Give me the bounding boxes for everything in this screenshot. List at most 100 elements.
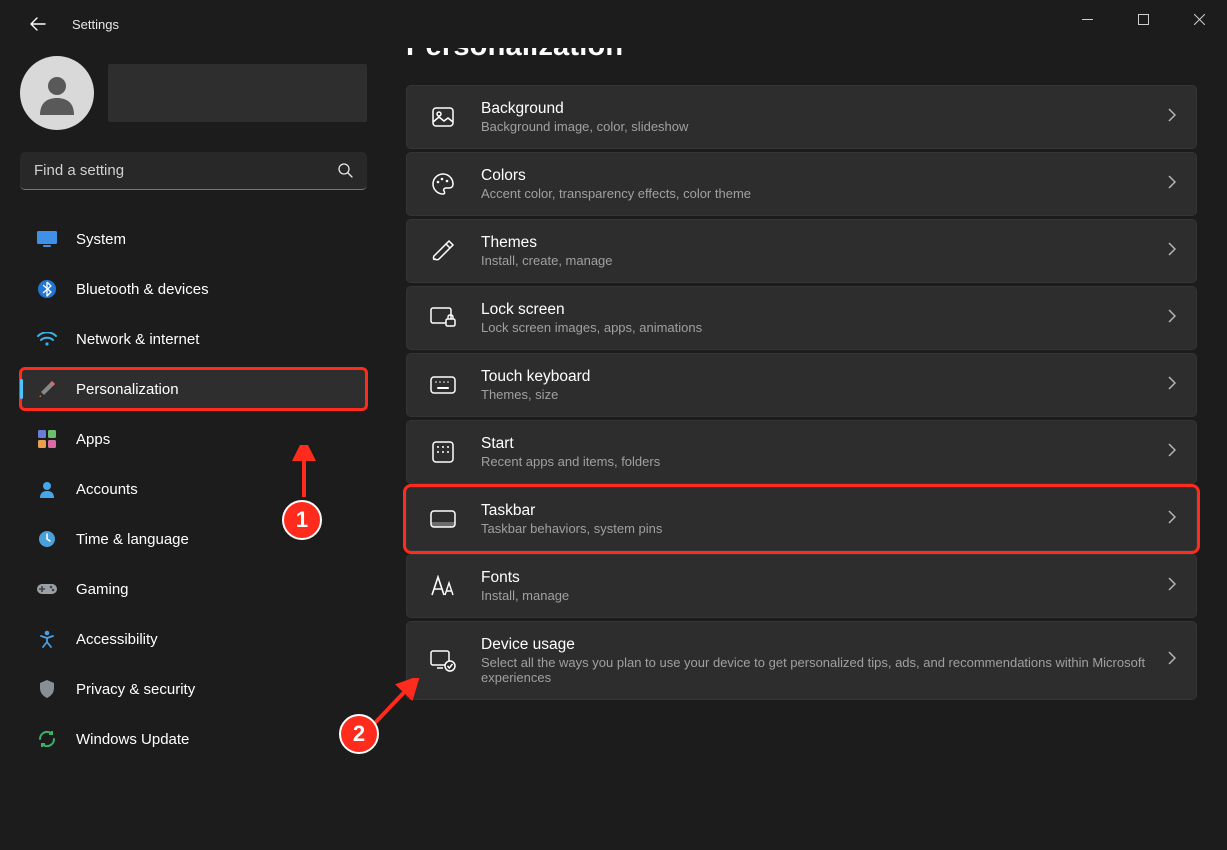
card-colors[interactable]: Colors Accent color, transparency effect… <box>406 152 1197 216</box>
sidebar-label: Time & language <box>76 531 189 548</box>
chevron-right-icon <box>1168 108 1176 127</box>
card-fonts[interactable]: Fonts Install, manage <box>406 554 1197 618</box>
annotation-arrow-1 <box>289 445 319 501</box>
device-usage-icon <box>429 647 457 675</box>
card-themes[interactable]: Themes Install, create, manage <box>406 219 1197 283</box>
fonts-icon <box>429 572 457 600</box>
chevron-right-icon <box>1168 577 1176 596</box>
card-title: Device usage <box>481 636 1168 654</box>
card-subtitle: Accent color, transparency effects, colo… <box>481 186 1168 201</box>
accounts-icon <box>36 478 58 500</box>
sidebar: System Bluetooth & devices Network & int… <box>0 48 382 850</box>
sidebar-item-privacy[interactable]: Privacy & security <box>20 668 367 710</box>
gamepad-icon <box>36 578 58 600</box>
sidebar-label: Apps <box>76 431 110 448</box>
card-title: Background <box>481 100 1168 118</box>
paintbrush-icon <box>36 378 58 400</box>
chevron-right-icon <box>1168 651 1176 670</box>
sidebar-item-windows-update[interactable]: Windows Update <box>20 718 367 760</box>
sidebar-item-personalization[interactable]: Personalization <box>20 368 367 410</box>
avatar <box>20 56 94 130</box>
card-title: Touch keyboard <box>481 368 1168 386</box>
card-title: Start <box>481 435 1168 453</box>
sidebar-item-network[interactable]: Network & internet <box>20 318 367 360</box>
card-subtitle: Themes, size <box>481 387 1168 402</box>
card-title: Lock screen <box>481 301 1168 319</box>
card-title: Colors <box>481 167 1168 185</box>
annotation-arrow-2 <box>370 678 420 728</box>
card-subtitle: Select all the ways you plan to use your… <box>481 655 1168 685</box>
card-title: Fonts <box>481 569 1168 587</box>
chevron-right-icon <box>1168 376 1176 395</box>
search-input[interactable] <box>34 162 338 179</box>
card-title: Themes <box>481 234 1168 252</box>
card-touch-keyboard[interactable]: Touch keyboard Themes, size <box>406 353 1197 417</box>
chevron-right-icon <box>1168 242 1176 261</box>
maximize-button[interactable] <box>1115 0 1171 38</box>
step-badge-2: 2 <box>339 714 379 754</box>
update-icon <box>36 728 58 750</box>
card-taskbar[interactable]: Taskbar Taskbar behaviors, system pins <box>406 487 1197 551</box>
maximize-icon <box>1138 14 1149 25</box>
card-subtitle: Install, manage <box>481 588 1168 603</box>
sidebar-label: Privacy & security <box>76 681 195 698</box>
sidebar-label: Gaming <box>76 581 129 598</box>
page-title: Personalization <box>406 48 1197 63</box>
shield-icon <box>36 678 58 700</box>
sidebar-label: System <box>76 231 126 248</box>
chevron-right-icon <box>1168 175 1176 194</box>
palette-icon <box>429 170 457 198</box>
system-icon <box>36 228 58 250</box>
sidebar-label: Windows Update <box>76 731 189 748</box>
card-lock-screen[interactable]: Lock screen Lock screen images, apps, an… <box>406 286 1197 350</box>
accessibility-icon <box>36 628 58 650</box>
profile-name-redacted <box>108 64 367 122</box>
window-controls <box>1059 0 1227 38</box>
card-subtitle: Background image, color, slideshow <box>481 119 1168 134</box>
wifi-icon <box>36 328 58 350</box>
card-subtitle: Recent apps and items, folders <box>481 454 1168 469</box>
search-icon <box>338 163 353 178</box>
chevron-right-icon <box>1168 510 1176 529</box>
bluetooth-icon <box>36 278 58 300</box>
main-content: Personalization Background Background im… <box>382 48 1227 850</box>
card-subtitle: Install, create, manage <box>481 253 1168 268</box>
clock-icon <box>36 528 58 550</box>
back-button[interactable] <box>22 8 54 40</box>
image-icon <box>429 103 457 131</box>
sidebar-label: Accounts <box>76 481 138 498</box>
card-subtitle: Taskbar behaviors, system pins <box>481 521 1168 536</box>
step-badge-1: 1 <box>282 500 322 540</box>
search-box[interactable] <box>20 152 367 190</box>
sidebar-item-system[interactable]: System <box>20 218 367 260</box>
keyboard-icon <box>429 371 457 399</box>
chevron-right-icon <box>1168 443 1176 462</box>
sidebar-label: Network & internet <box>76 331 199 348</box>
taskbar-icon <box>429 505 457 533</box>
brush-icon <box>429 237 457 265</box>
apps-icon <box>36 428 58 450</box>
profile-block[interactable] <box>20 56 367 130</box>
app-title: Settings <box>72 17 119 32</box>
start-icon <box>429 438 457 466</box>
minimize-icon <box>1082 14 1093 25</box>
close-icon <box>1194 14 1205 25</box>
back-arrow-icon <box>30 16 46 32</box>
sidebar-label: Personalization <box>76 381 179 398</box>
sidebar-label: Bluetooth & devices <box>76 281 209 298</box>
sidebar-item-bluetooth[interactable]: Bluetooth & devices <box>20 268 367 310</box>
user-icon <box>34 70 80 116</box>
titlebar: Settings <box>0 0 1227 48</box>
card-subtitle: Lock screen images, apps, animations <box>481 320 1168 335</box>
card-start[interactable]: Start Recent apps and items, folders <box>406 420 1197 484</box>
chevron-right-icon <box>1168 309 1176 328</box>
card-device-usage[interactable]: Device usage Select all the ways you pla… <box>406 621 1197 700</box>
sidebar-item-gaming[interactable]: Gaming <box>20 568 367 610</box>
close-button[interactable] <box>1171 0 1227 38</box>
sidebar-item-accessibility[interactable]: Accessibility <box>20 618 367 660</box>
card-title: Taskbar <box>481 502 1168 520</box>
lock-screen-icon <box>429 304 457 332</box>
sidebar-label: Accessibility <box>76 631 158 648</box>
minimize-button[interactable] <box>1059 0 1115 38</box>
card-background[interactable]: Background Background image, color, slid… <box>406 85 1197 149</box>
